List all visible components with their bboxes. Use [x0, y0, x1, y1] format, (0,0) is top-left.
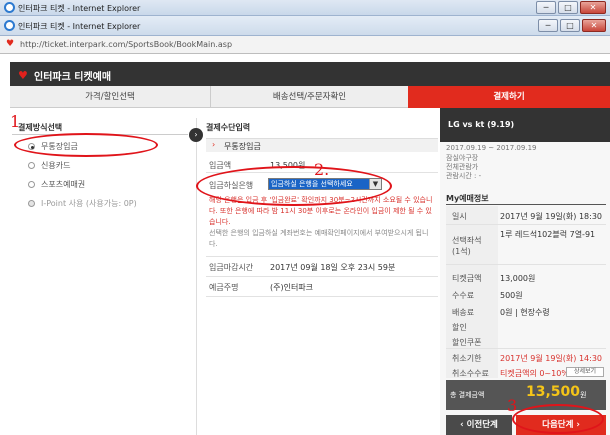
- step-tabs: 가격/할인선택 배송선택/주문자확인 결제하기: [10, 86, 610, 108]
- game-period: 2017.09.19 ~ 2017.09.19: [446, 144, 537, 152]
- interpark-logo-icon: ♥: [18, 69, 28, 82]
- tab-payment[interactable]: 결제하기: [408, 86, 610, 108]
- selected-method-bar: › 무통장입금: [206, 138, 438, 152]
- background-window-titlebar: 인터파크 티켓 - Internet Explorer ─ □ ✕: [0, 0, 610, 16]
- cancel-fee-detail-button[interactable]: 상세보기: [566, 367, 604, 377]
- maximize-button[interactable]: □: [558, 1, 578, 14]
- app-title: 인터파크 티켓예매: [34, 72, 112, 83]
- internet-explorer-icon: [4, 20, 15, 31]
- game-header: LG vs kt (9.19): [440, 108, 610, 142]
- option-credit-card[interactable]: 신용카드: [28, 160, 70, 171]
- radio-icon[interactable]: [28, 162, 35, 169]
- info-value-fee: 500원: [500, 291, 523, 300]
- total-label: 총 결제금액: [450, 391, 485, 399]
- option-sports-voucher[interactable]: 스포츠예매권: [28, 179, 85, 190]
- info-label-delivery: 배송료: [452, 308, 475, 317]
- divider: [446, 264, 606, 265]
- selected-method-label: 무통장입금: [224, 142, 261, 151]
- app-header: ♥ 인터파크 티켓예매: [10, 62, 610, 86]
- close-button[interactable]: ✕: [580, 1, 606, 14]
- address-bar[interactable]: ♥ http://ticket.interpark.com/SportsBook…: [0, 36, 610, 54]
- total-value: 13,500: [526, 384, 581, 400]
- chevron-right-icon: ›: [189, 128, 203, 142]
- window-title: 인터파크 티켓 - Internet Explorer: [18, 22, 141, 31]
- amount-label: 입금액: [209, 161, 232, 170]
- deadline-label: 입금마감시간: [209, 263, 254, 272]
- tab-delivery-orderer[interactable]: 배송선택/주문자확인: [210, 86, 408, 108]
- info-label-datetime: 일시: [452, 212, 467, 221]
- payment-method-title: 결제방식선택: [18, 123, 63, 132]
- chevron-right-icon: ›: [212, 140, 216, 149]
- minimize-button[interactable]: ─: [538, 19, 558, 32]
- depositor-label: 예금주명: [209, 283, 239, 292]
- depositor-value: (주)인터파크: [270, 283, 314, 292]
- bank-notice-info: 선택한 은행의 입금하실 계좌번호는 예매확인페이지에서 부여받으시게 됩니다.: [209, 229, 429, 248]
- info-value-datetime: 2017년 9월 19일(화) 18:30: [500, 212, 602, 221]
- background-window-title: 인터파크 티켓 - Internet Explorer: [18, 4, 141, 13]
- annotation-number-1: 1: [10, 112, 21, 131]
- info-value-cancel-deadline: 2017년 9월 19일(화) 14:30: [500, 354, 602, 363]
- url-text[interactable]: http://ticket.interpark.com/SportsBook/B…: [20, 40, 232, 49]
- info-label-discount: 할인: [452, 323, 467, 332]
- divider: [446, 204, 606, 205]
- option-label: 신용카드: [41, 161, 71, 170]
- annotation-ellipse-2: [196, 166, 392, 206]
- deadline-value: 2017년 09월 18일 오후 23시 59분: [270, 263, 396, 272]
- option-label: 스포츠예매권: [41, 180, 86, 189]
- info-value-delivery: 0원 | 현장수령: [500, 308, 550, 317]
- annotation-ellipse-3: [512, 404, 604, 434]
- divider: [206, 296, 438, 297]
- info-label-cancel-deadline: 취소기한: [452, 354, 482, 363]
- prev-step-button[interactable]: ‹ 이전단계: [446, 415, 512, 435]
- window-titlebar: 인터파크 티켓 - Internet Explorer ─ □ ✕: [0, 16, 610, 36]
- internet-explorer-icon: [4, 2, 15, 13]
- info-value-ticket-price: 13,000원: [500, 274, 536, 283]
- option-label: I-Point 사용 (사용가능: 0P): [41, 199, 137, 208]
- minimize-button[interactable]: ─: [536, 1, 556, 14]
- info-label-ticket-price: 티켓금액: [452, 274, 482, 283]
- info-value-seat: 1루 레드석102블럭 7열-91: [500, 230, 596, 239]
- divider: [206, 256, 438, 257]
- prev-step-label: 이전단계: [466, 420, 498, 430]
- tab-price-discount[interactable]: 가격/할인선택: [10, 86, 210, 108]
- option-i-point[interactable]: I-Point 사용 (사용가능: 0P): [28, 198, 137, 209]
- payment-input-title: 결제수단입력: [206, 123, 251, 132]
- info-label-cancel-fee: 취소수수료: [452, 369, 489, 378]
- radio-icon[interactable]: [28, 181, 35, 188]
- divider: [206, 276, 438, 277]
- radio-disabled-icon[interactable]: [28, 200, 35, 207]
- maximize-button[interactable]: □: [560, 19, 580, 32]
- my-booking-title: My예매정보: [446, 194, 489, 203]
- column-divider: [196, 118, 197, 435]
- close-button[interactable]: ✕: [582, 19, 606, 32]
- site-favicon-icon: ♥: [6, 39, 15, 49]
- game-title: LG vs kt (9.19): [448, 120, 515, 129]
- annotation-ellipse-1: [14, 133, 158, 157]
- info-value-cancel-fee: 티켓금액의 0~10%: [500, 369, 569, 378]
- info-label-fee: 수수료: [452, 291, 475, 300]
- divider: [446, 348, 606, 349]
- game-runtime: 관람시간 : -: [446, 172, 482, 180]
- info-label-coupon: 할인쿠폰: [452, 338, 482, 347]
- divider: [446, 224, 606, 225]
- info-label-seat: 선택좌석 (1석): [452, 236, 482, 256]
- total-unit: 원: [580, 391, 587, 399]
